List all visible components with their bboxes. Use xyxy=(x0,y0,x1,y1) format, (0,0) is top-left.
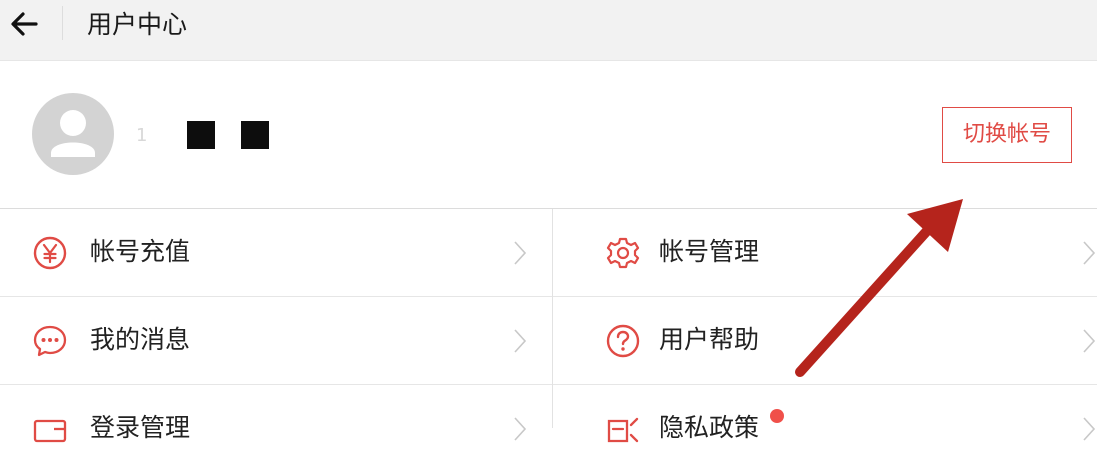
chevron-right-icon xyxy=(1081,416,1097,442)
chevron-right-icon xyxy=(1081,240,1097,266)
notification-dot xyxy=(770,409,784,423)
question-circle-icon xyxy=(605,323,641,359)
chevron-right-icon xyxy=(512,416,528,442)
menu-item-label: 用户帮助 xyxy=(659,325,760,354)
header-divider xyxy=(62,6,63,40)
top-bar: 用户中心 xyxy=(0,0,1097,61)
menu-item-account-management[interactable]: 帐号管理 xyxy=(553,209,1097,297)
avatar[interactable] xyxy=(32,93,114,175)
menu-item-label: 帐号充值 xyxy=(90,237,191,266)
privacy-icon xyxy=(605,411,641,447)
chevron-right-icon xyxy=(1081,328,1097,354)
menu-item-login-management[interactable]: 登录管理 xyxy=(0,385,552,473)
chevron-right-icon xyxy=(512,240,528,266)
user-silhouette-icon xyxy=(51,110,95,157)
menu-item-user-help[interactable]: 用户帮助 xyxy=(553,297,1097,385)
chevron-right-icon xyxy=(512,328,528,354)
menu-grid: 帐号充值 帐号管理 我的消息 用户帮助 登录管理 隐私政策 xyxy=(0,209,1097,443)
menu-item-recharge[interactable]: 帐号充值 xyxy=(0,209,552,297)
profile-section: 1 切换帐号 xyxy=(0,61,1097,209)
gear-icon xyxy=(605,235,641,271)
username: 1 xyxy=(136,125,149,146)
menu-item-label: 帐号管理 xyxy=(659,237,760,266)
back-button[interactable] xyxy=(6,8,46,48)
switch-account-button[interactable]: 切换帐号 xyxy=(942,107,1072,163)
back-arrow-icon xyxy=(11,12,38,36)
redaction-block xyxy=(241,121,269,149)
login-device-icon xyxy=(32,411,68,447)
page-title: 用户中心 xyxy=(87,10,188,39)
menu-item-my-messages[interactable]: 我的消息 xyxy=(0,297,552,385)
menu-item-label: 登录管理 xyxy=(90,413,191,442)
menu-item-label: 隐私政策 xyxy=(659,413,760,442)
redaction-block xyxy=(187,121,215,149)
chat-bubble-icon xyxy=(32,323,68,359)
menu-item-label: 我的消息 xyxy=(90,325,191,354)
yuan-circle-icon xyxy=(32,235,68,271)
menu-item-privacy-policy[interactable]: 隐私政策 xyxy=(553,385,1097,473)
